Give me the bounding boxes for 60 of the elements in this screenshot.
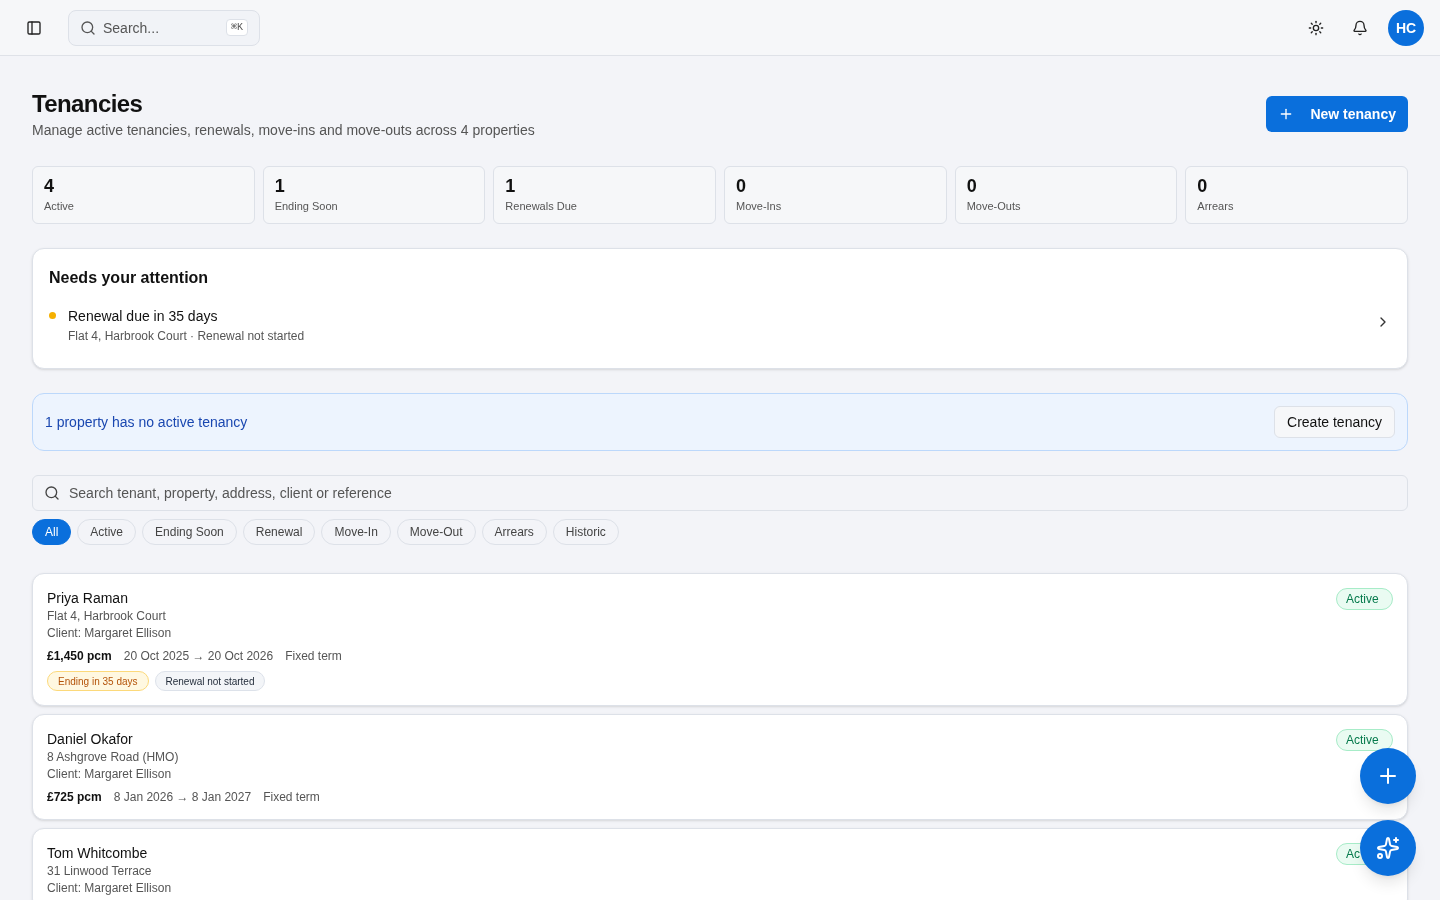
tenancy-tag: Ending in 35 days bbox=[47, 671, 149, 691]
filter-chip[interactable]: All bbox=[32, 519, 72, 545]
client-name: Client: Margaret Ellison bbox=[47, 880, 173, 896]
stat-label: Active bbox=[44, 199, 75, 214]
assistant-fab[interactable] bbox=[1360, 820, 1416, 876]
tenancy-dates: 20 Oct 2025 → 20 Oct 2026 bbox=[123, 648, 274, 664]
user-avatar[interactable]: HC bbox=[1388, 9, 1424, 46]
status-badge: Active bbox=[1336, 729, 1393, 751]
rent-amount: £1,450 pcm bbox=[47, 648, 112, 664]
tenancy-card[interactable]: Daniel Okafor Active 8 Ashgrove Road (HMO) Client: Margaret Ellison £725 pcm 8 Jan 2026 → 8 Jan 2027 Fixed term bbox=[32, 714, 1408, 820]
stat-label: Ending Soon bbox=[274, 199, 339, 214]
stat-value: 0 bbox=[736, 176, 747, 196]
attention-item[interactable]: Renewal due in 35 days Flat 4, Harbrook Court · Renewal not started bbox=[49, 306, 1391, 344]
tenancy-term: Fixed term bbox=[285, 648, 342, 664]
stat-value: 0 bbox=[1197, 176, 1209, 196]
attention-title: Needs your attention bbox=[49, 268, 210, 288]
filter-chip[interactable]: Arrears bbox=[481, 519, 547, 545]
tenancy-search-field[interactable]: Search tenant, property, address, client or reference bbox=[32, 475, 1408, 511]
tenancy-dates: 8 Jan 2026 → 8 Jan 2027 bbox=[113, 789, 252, 805]
search-icon bbox=[44, 485, 60, 501]
tenancy-tag: Renewal not started bbox=[154, 671, 266, 691]
stat-value: 1 bbox=[274, 176, 286, 196]
stat-value: 4 bbox=[44, 176, 55, 196]
tenancy-card[interactable]: Tom Whitcombe Ac 31 Linwood Terrace Client: Margaret Ellison bbox=[32, 828, 1408, 900]
tenant-name: Tom Whitcombe bbox=[47, 844, 148, 863]
stat-label: Move-Ins bbox=[736, 199, 783, 214]
property-address: Flat 4, Harbrook Court bbox=[47, 608, 167, 624]
stat-value: 1 bbox=[505, 176, 517, 196]
attention-item-title: Renewal due in 35 days bbox=[68, 307, 219, 326]
rent-amount: £725 pcm bbox=[47, 789, 102, 805]
notifications-icon[interactable] bbox=[1352, 19, 1368, 36]
notice-text: 1 property has no active tenancy bbox=[45, 413, 248, 432]
client-name: Client: Margaret Ellison bbox=[47, 766, 173, 782]
filter-chip[interactable]: Move-In bbox=[321, 519, 391, 545]
attention-item-detail: Flat 4, Harbrook Court · Renewal not started bbox=[68, 328, 306, 344]
client-name: Client: Margaret Ellison bbox=[47, 625, 173, 641]
stat-label: Move-Outs bbox=[966, 199, 1022, 214]
search-icon bbox=[80, 19, 96, 36]
sparkles-icon bbox=[1376, 836, 1400, 860]
tenancy-term: Fixed term bbox=[263, 789, 320, 805]
status-badge: Active bbox=[1336, 588, 1393, 610]
theme-toggle-icon[interactable] bbox=[1308, 19, 1324, 36]
stat-label: Renewals Due bbox=[505, 199, 578, 214]
new-tenancy-button[interactable]: New tenancy bbox=[1266, 96, 1408, 132]
filter-chip[interactable]: Historic bbox=[552, 519, 619, 545]
tenancy-card[interactable]: Priya Raman Active Flat 4, Harbrook Court Client: Margaret Ellison £1,450 pcm 20 Oct 2025 → 20 Oct 2026 Fixed term Ending in 35 days Renewal not started bbox=[32, 573, 1408, 706]
filter-chip[interactable]: Move-Out bbox=[396, 519, 476, 545]
stat-value: 0 bbox=[966, 176, 978, 196]
tenant-name: Daniel Okafor bbox=[47, 730, 133, 749]
property-address: 31 Linwood Terrace bbox=[47, 863, 153, 879]
page-subtitle: Manage active tenancies, renewals, move-ins and move-outs across 4 properties bbox=[32, 121, 535, 140]
filter-chip[interactable]: Renewal bbox=[242, 519, 316, 545]
create-tenancy-button[interactable]: Create tenancy bbox=[1274, 406, 1395, 438]
tenant-name: Priya Raman bbox=[47, 589, 128, 608]
page-title: Tenancies bbox=[32, 90, 144, 118]
filter-chip[interactable]: Active bbox=[77, 519, 137, 545]
property-address: 8 Ashgrove Road (HMO) bbox=[47, 749, 180, 765]
filter-chip[interactable]: Ending Soon bbox=[142, 519, 237, 545]
sidebar-toggle-icon[interactable] bbox=[26, 19, 42, 36]
stat-label: Arrears bbox=[1197, 199, 1235, 214]
